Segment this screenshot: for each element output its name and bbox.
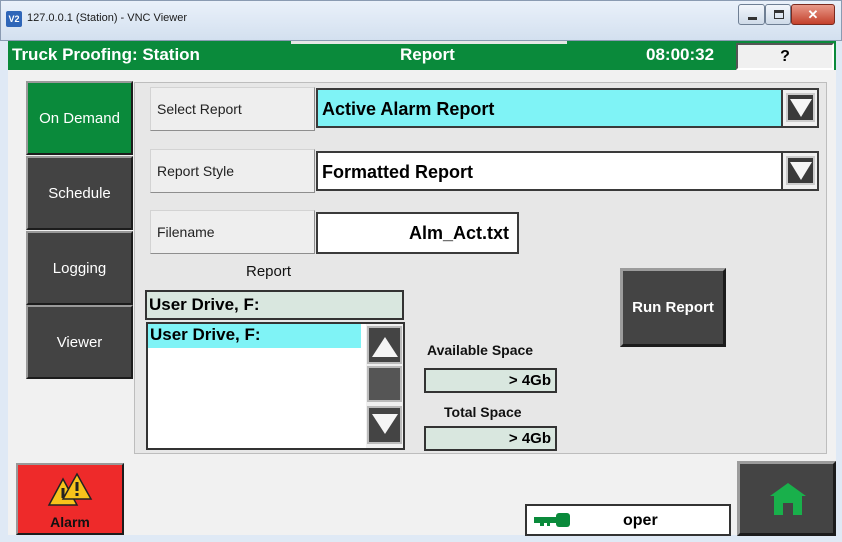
page-title: Truck Proofing: Station (12, 45, 200, 64)
nav-label: Viewer (56, 334, 103, 351)
select-report-label: Select Report (150, 87, 315, 131)
drive-listbox[interactable]: User Drive, F: (146, 322, 405, 450)
nav-schedule[interactable]: Schedule (26, 156, 133, 230)
minimize-icon (748, 17, 757, 20)
maximize-button[interactable] (765, 4, 791, 25)
list-item[interactable]: User Drive, F: (148, 324, 361, 348)
report-style-arrow-button[interactable] (781, 153, 817, 189)
available-space-value: > 4Gb (424, 368, 557, 393)
chevron-down-icon (786, 93, 815, 122)
run-report-button[interactable]: Run Report (620, 268, 726, 347)
nav-label: On Demand (39, 110, 120, 127)
select-report-dropdown[interactable]: Active Alarm Report (316, 88, 819, 128)
report-style-label: Report Style (150, 149, 315, 193)
available-space-label: Available Space (427, 342, 534, 358)
filename-field[interactable]: Alm_Act.txt (316, 212, 519, 254)
maximize-icon (774, 10, 784, 19)
header-bar: Truck Proofing: Station Report 08:00:32 … (8, 41, 836, 70)
clock: 08:00:32 (646, 45, 715, 64)
report-location-caption: Report (246, 263, 292, 280)
report-style-value: Formatted Report (322, 162, 474, 182)
scroll-down-button[interactable] (367, 406, 402, 444)
listbox-scrollbar[interactable] (366, 324, 403, 448)
current-user: oper (623, 512, 658, 529)
close-icon: ✕ (807, 7, 819, 22)
section-title: Report (400, 45, 455, 64)
vnc-app-icon: V2 (6, 11, 22, 27)
header-top-strip (291, 41, 567, 44)
minimize-button[interactable] (738, 4, 765, 25)
scroll-up-button[interactable] (367, 326, 402, 364)
key-icon (534, 513, 570, 527)
warning-triangles-icon (47, 472, 93, 506)
report-style-dropdown[interactable]: Formatted Report (316, 151, 819, 191)
select-report-arrow-button[interactable] (781, 90, 817, 126)
nav-logging[interactable]: Logging (26, 231, 133, 305)
window-titlebar[interactable]: V2 127.0.0.1 (Station) - VNC Viewer ✕ (0, 0, 842, 41)
nav-viewer[interactable]: Viewer (26, 305, 133, 379)
help-button[interactable]: ? (736, 43, 834, 70)
scroll-track[interactable] (367, 366, 402, 402)
alarm-label: Alarm (50, 514, 90, 530)
total-space-value: > 4Gb (424, 426, 557, 451)
user-login-display[interactable]: oper (525, 504, 731, 536)
nav-label: Logging (52, 260, 107, 277)
total-space-label: Total Space (444, 404, 522, 420)
nav-on-demand[interactable]: On Demand (26, 81, 133, 155)
chevron-down-icon (786, 156, 815, 185)
selected-drive-display: User Drive, F: (145, 290, 404, 320)
home-icon (770, 483, 806, 515)
alarm-button[interactable]: Alarm (16, 463, 124, 535)
filename-label: Filename (150, 210, 315, 254)
close-button[interactable]: ✕ (791, 4, 835, 25)
home-button[interactable] (737, 461, 836, 536)
select-report-value: Active Alarm Report (322, 99, 495, 119)
nav-label: Schedule (48, 185, 111, 202)
hmi-screen: Truck Proofing: Station Report 08:00:32 … (8, 41, 836, 536)
window-title: 127.0.0.1 (Station) - VNC Viewer (27, 12, 187, 24)
